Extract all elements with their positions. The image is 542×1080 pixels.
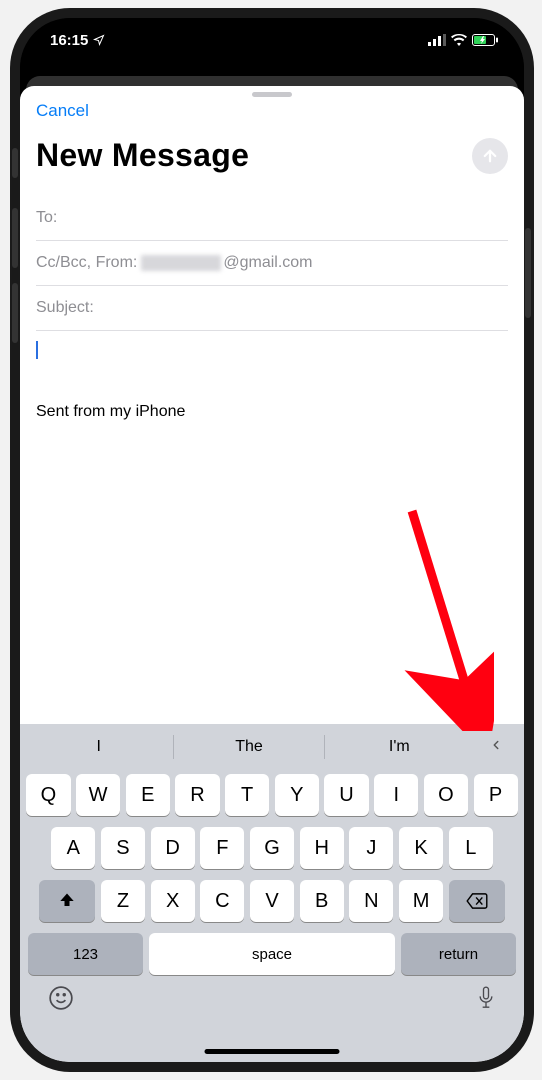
mic-icon — [476, 985, 496, 1011]
home-indicator[interactable] — [205, 1049, 340, 1054]
from-redacted — [141, 255, 221, 271]
compose-sheet: Cancel New Message To: Cc/Bcc, From: @gm… — [20, 86, 524, 1062]
key-a[interactable]: A — [51, 827, 95, 869]
key-m[interactable]: M — [399, 880, 443, 922]
key-o[interactable]: O — [424, 774, 468, 816]
status-time: 16:15 — [50, 32, 88, 49]
chevron-left-icon — [489, 736, 503, 754]
key-u[interactable]: U — [324, 774, 368, 816]
key-e[interactable]: E — [126, 774, 170, 816]
key-h[interactable]: H — [300, 827, 344, 869]
ccbcc-from-field[interactable]: Cc/Bcc, From: @gmail.com — [36, 241, 508, 286]
page-title: New Message — [36, 137, 249, 174]
key-q[interactable]: Q — [26, 774, 70, 816]
arrow-up-icon — [481, 147, 499, 165]
prediction-3[interactable]: I'm — [325, 738, 474, 756]
key-s[interactable]: S — [101, 827, 145, 869]
cancel-button[interactable]: Cancel — [36, 101, 89, 121]
key-g[interactable]: G — [250, 827, 294, 869]
keyboard-row-4: 123 space return — [24, 933, 520, 975]
keyboard-row-1: Q W E R T Y U I O P — [24, 774, 520, 816]
key-p[interactable]: P — [474, 774, 518, 816]
shift-key[interactable] — [39, 880, 95, 922]
from-domain: @gmail.com — [223, 254, 312, 272]
key-x[interactable]: X — [151, 880, 195, 922]
dictation-key[interactable] — [476, 985, 496, 1016]
key-f[interactable]: F — [200, 827, 244, 869]
subject-label: Subject: — [36, 299, 94, 317]
notch — [157, 18, 387, 46]
cellular-icon — [428, 34, 446, 46]
backspace-icon — [466, 893, 488, 909]
emoji-key[interactable] — [48, 985, 74, 1016]
to-label: To: — [36, 209, 57, 227]
keyboard-row-2: A S D F G H J K L — [24, 827, 520, 869]
numeric-key[interactable]: 123 — [28, 933, 143, 975]
key-d[interactable]: D — [151, 827, 195, 869]
message-body[interactable]: Sent from my iPhone — [20, 331, 524, 431]
key-l[interactable]: L — [449, 827, 493, 869]
key-z[interactable]: Z — [101, 880, 145, 922]
return-key[interactable]: return — [401, 933, 516, 975]
key-y[interactable]: Y — [275, 774, 319, 816]
shift-icon — [57, 891, 77, 911]
battery-charging-icon — [472, 34, 498, 46]
key-n[interactable]: N — [349, 880, 393, 922]
key-b[interactable]: B — [300, 880, 344, 922]
keyboard-row-3: Z X C V B N M — [24, 880, 520, 922]
sheet-grabber[interactable] — [252, 92, 292, 97]
ccbcc-label: Cc/Bcc, From: — [36, 254, 137, 272]
key-r[interactable]: R — [175, 774, 219, 816]
key-t[interactable]: T — [225, 774, 269, 816]
prediction-expand[interactable] — [474, 736, 518, 759]
key-w[interactable]: W — [76, 774, 120, 816]
text-cursor — [36, 341, 38, 359]
location-icon — [93, 34, 105, 46]
subject-field[interactable]: Subject: — [36, 286, 508, 331]
key-j[interactable]: J — [349, 827, 393, 869]
key-i[interactable]: I — [374, 774, 418, 816]
backspace-key[interactable] — [449, 880, 505, 922]
emoji-icon — [48, 985, 74, 1011]
prediction-2[interactable]: The — [174, 738, 323, 756]
prediction-1[interactable]: I — [24, 738, 173, 756]
key-v[interactable]: V — [250, 880, 294, 922]
keyboard: I The I'm Q W E R — [20, 724, 524, 1062]
key-c[interactable]: C — [200, 880, 244, 922]
space-key[interactable]: space — [149, 933, 395, 975]
send-button[interactable] — [472, 138, 508, 174]
wifi-icon — [451, 34, 467, 46]
key-k[interactable]: K — [399, 827, 443, 869]
to-field[interactable]: To: — [36, 196, 508, 241]
signature-text: Sent from my iPhone — [36, 403, 508, 421]
annotation-arrow — [394, 506, 494, 731]
